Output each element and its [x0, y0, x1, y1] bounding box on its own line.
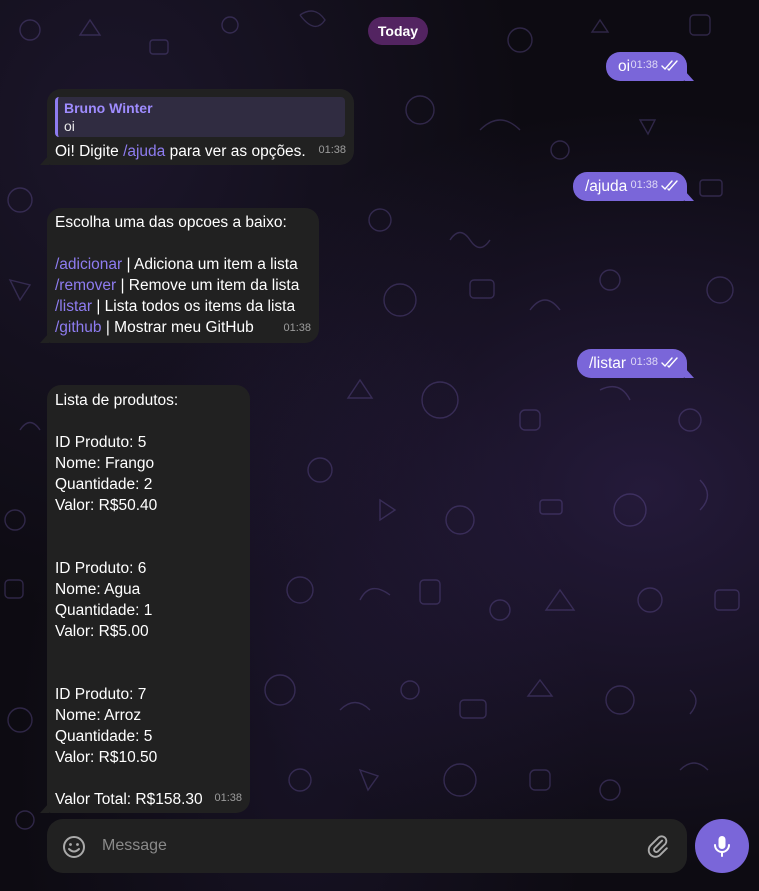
- incoming-message[interactable]: Bruno Winter oi Oi! Digite /ajuda para v…: [40, 89, 354, 165]
- product-id: ID Produto: 6: [55, 560, 147, 577]
- product-name: Nome: Agua: [55, 581, 141, 598]
- chat-area[interactable]: Today oi 01:38 Bruno Winter oi Oi! Digit…: [0, 0, 759, 891]
- command-row: /remover | Remove um item da lista: [55, 275, 311, 296]
- product-id: ID Produto: 5: [55, 434, 147, 451]
- outgoing-message[interactable]: oi 01:38: [606, 52, 694, 81]
- double-check-icon: [661, 180, 679, 191]
- command-row: /github | Mostrar meu GitHub: [55, 317, 311, 338]
- message-composer: [47, 819, 687, 873]
- product-item: ID Produto: 5 Nome: Frango Quantidade: 2…: [55, 432, 242, 516]
- command-row: /adicionar | Adiciona um item a lista: [55, 254, 311, 275]
- message-text: Oi! Digite /ajuda para ver as opções.: [55, 141, 346, 162]
- reply-preview[interactable]: Bruno Winter oi: [55, 97, 345, 137]
- message-time: 01:38: [318, 144, 346, 156]
- product-value: Valor: R$50.40: [55, 497, 158, 514]
- product-quantity: Quantidade: 1: [55, 602, 153, 619]
- command-description: | Remove um item da lista: [116, 277, 300, 294]
- command-description: | Mostrar meu GitHub: [101, 319, 254, 336]
- bot-command-link[interactable]: /listar: [55, 298, 92, 315]
- outgoing-message[interactable]: /ajuda 01:38: [573, 172, 694, 201]
- message-meta: 01:38: [630, 352, 679, 373]
- message-time: 01:38: [630, 179, 658, 191]
- message-meta: 01:38: [318, 140, 346, 161]
- message-time: 01:38: [630, 59, 658, 71]
- product-quantity: Quantidade: 5: [55, 728, 153, 745]
- message-text-part: para ver as opções.: [165, 143, 306, 160]
- product-item: ID Produto: 6 Nome: Agua Quantidade: 1 V…: [55, 558, 242, 642]
- double-check-icon: [661, 60, 679, 71]
- product-value: Valor: R$5.00: [55, 623, 149, 640]
- message-time: 01:38: [630, 356, 658, 368]
- smile-icon[interactable]: [61, 834, 87, 860]
- message-header: Lista de produtos:: [55, 392, 179, 409]
- product-name: Nome: Frango: [55, 455, 155, 472]
- double-check-icon: [661, 357, 679, 368]
- message-meta: 01:38: [214, 788, 242, 809]
- bot-command-link[interactable]: /github: [55, 319, 102, 336]
- message-text-part: Oi! Digite: [55, 143, 124, 160]
- message-meta: 01:38: [630, 55, 679, 76]
- incoming-message[interactable]: Escolha uma das opcoes a baixo: /adicion…: [40, 208, 319, 343]
- message-header: Escolha uma das opcoes a baixo:: [55, 214, 287, 231]
- paperclip-icon[interactable]: [647, 834, 673, 860]
- product-value: Valor: R$10.50: [55, 749, 158, 766]
- reply-text: oi: [64, 118, 75, 134]
- bot-command-link[interactable]: /ajuda: [123, 143, 165, 160]
- command-description: | Adiciona um item a lista: [122, 256, 298, 273]
- incoming-message[interactable]: Lista de produtos: ID Produto: 5 Nome: F…: [40, 385, 250, 813]
- command-row: /listar | Lista todos os items da lista: [55, 296, 311, 317]
- message-meta: 01:38: [630, 175, 679, 196]
- reply-author: Bruno Winter: [64, 100, 153, 116]
- product-item: ID Produto: 7 Nome: Arroz Quantidade: 5 …: [55, 684, 242, 768]
- product-name: Nome: Arroz: [55, 707, 142, 724]
- bot-command-link[interactable]: /remover: [55, 277, 116, 294]
- product-id: ID Produto: 7: [55, 686, 147, 703]
- message-input[interactable]: [102, 833, 622, 859]
- date-separator: Today: [368, 17, 428, 45]
- message-meta: 01:38: [283, 318, 311, 339]
- microphone-button[interactable]: [695, 819, 749, 873]
- message-time: 01:38: [214, 792, 242, 804]
- command-description: | Lista todos os items da lista: [92, 298, 296, 315]
- outgoing-message[interactable]: /listar 01:38: [577, 349, 694, 378]
- message-time: 01:38: [283, 322, 311, 334]
- product-quantity: Quantidade: 2: [55, 476, 153, 493]
- bot-command-link[interactable]: /adicionar: [55, 256, 122, 273]
